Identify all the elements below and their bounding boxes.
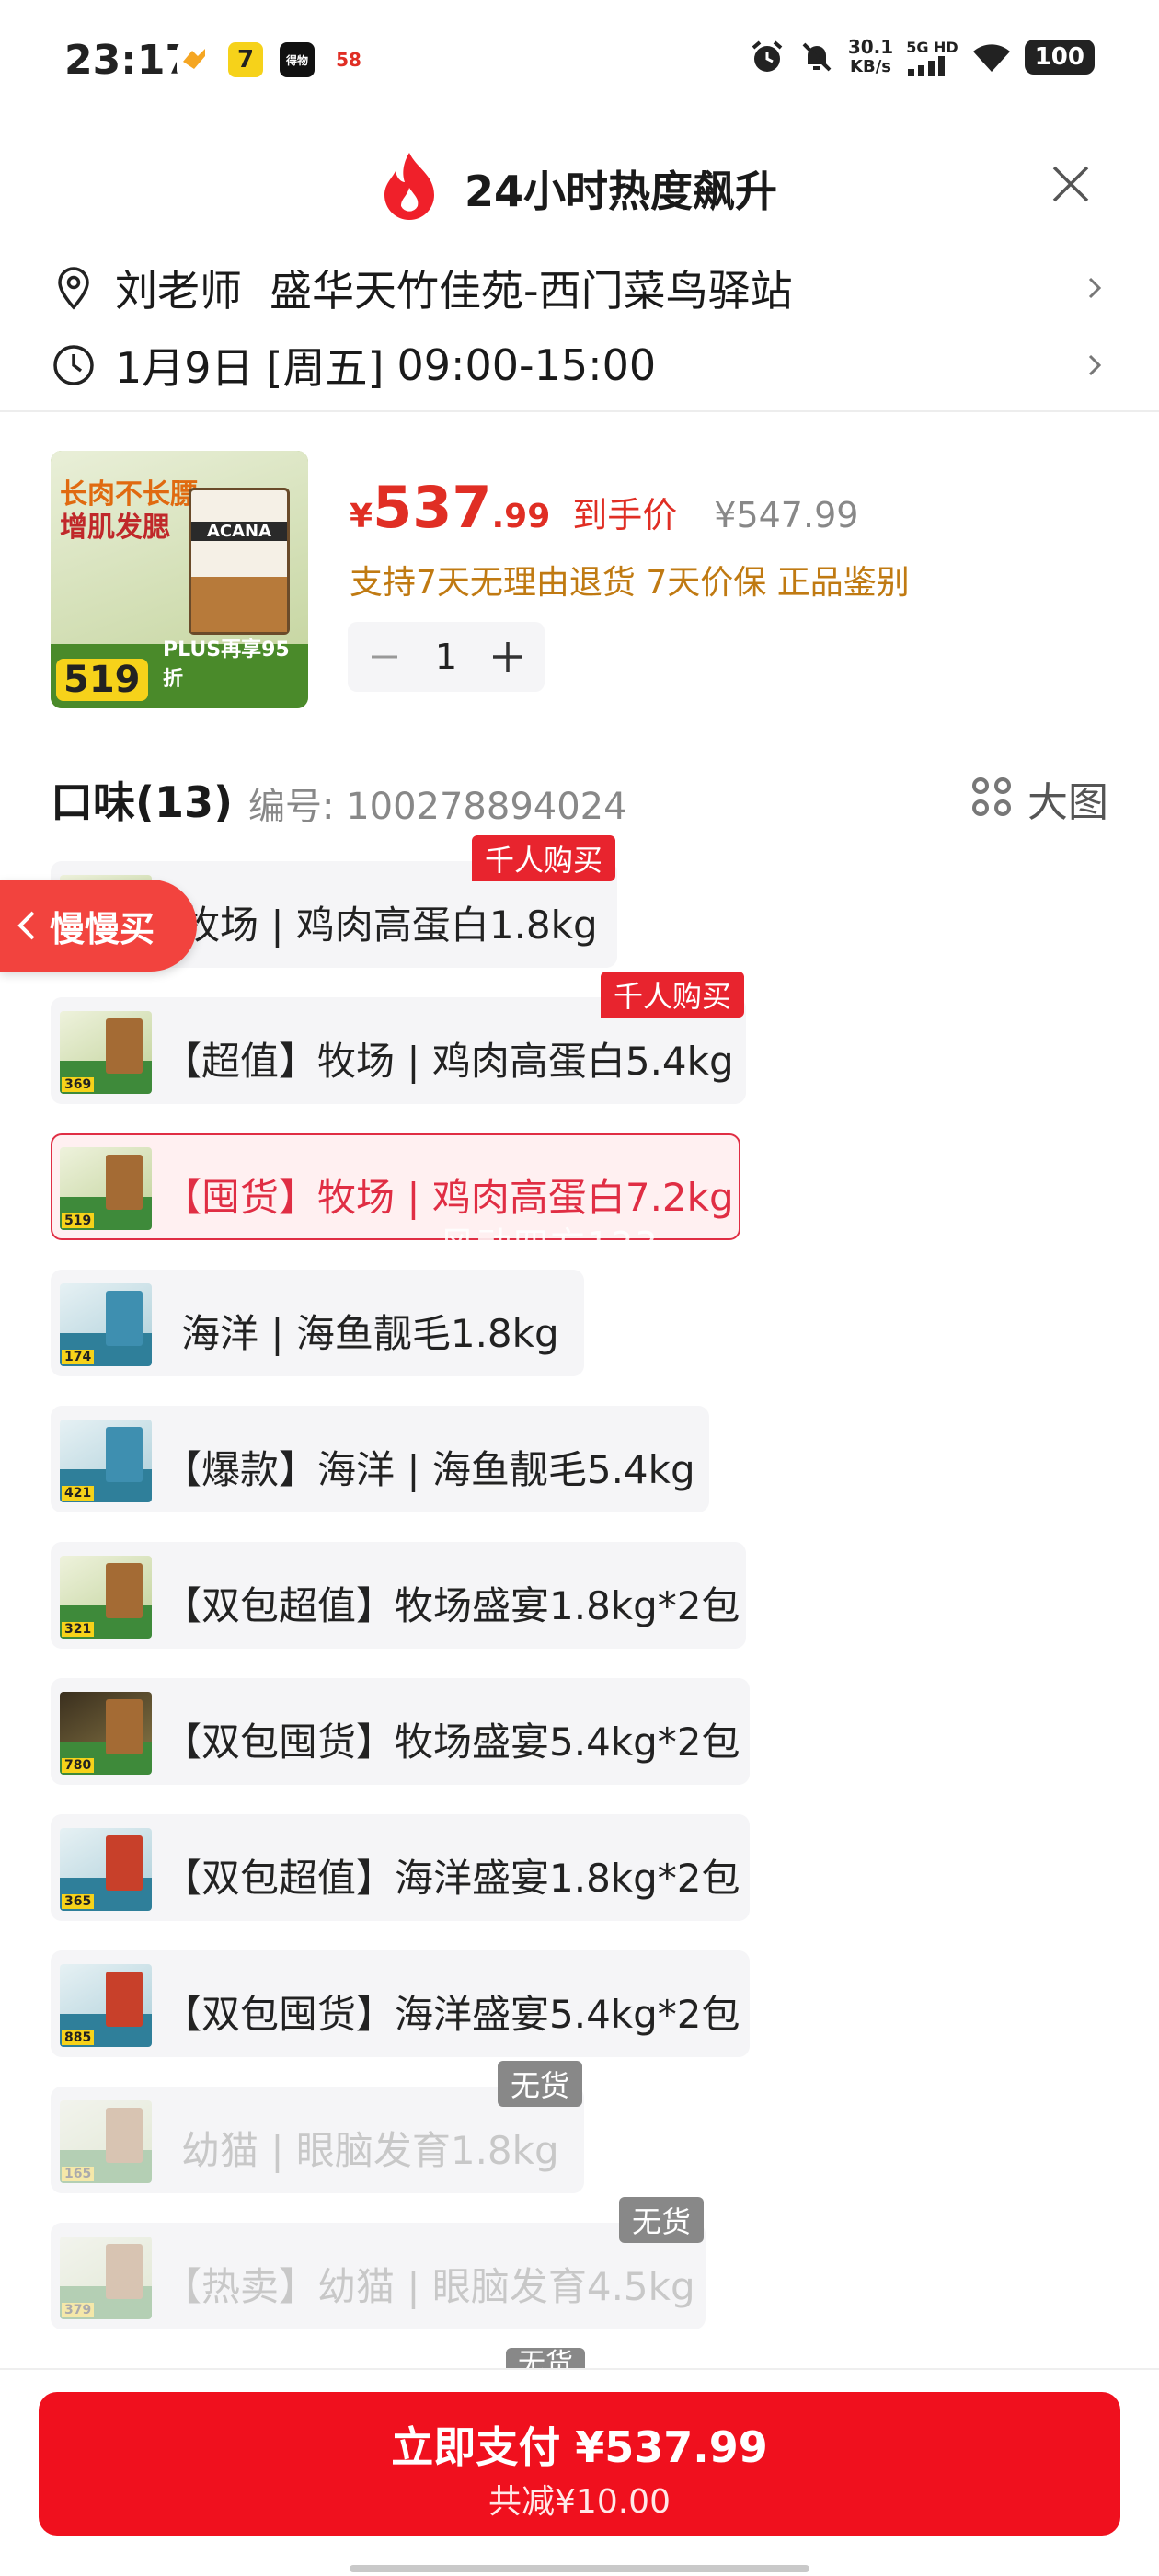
signal-icon: 5G HD xyxy=(906,39,958,76)
price-main: 537 xyxy=(373,474,492,541)
price-label: 到手价 xyxy=(572,495,678,535)
option-thumbnail: 421 xyxy=(60,1420,152,1502)
option-thumbnail: 365 xyxy=(60,1828,152,1911)
option-item[interactable]: 885 【双包囤货】海洋盛宴5.4kg*2包 xyxy=(51,1950,750,2057)
service-guarantees: 支持7天无理由退货 7天价保 正品鉴别 xyxy=(350,564,910,602)
grid-icon xyxy=(972,777,1015,820)
status-bar: 23:17 7 得物 58 30.1 KB/s 5G HD 100 xyxy=(0,0,1159,120)
clock-icon xyxy=(53,345,94,385)
title-row: 24小时热度飙升 xyxy=(0,147,1159,221)
out-of-stock-badge: 无货 xyxy=(497,2061,582,2107)
option-item[interactable]: 369 【超值】牧场 | 鸡肉高蛋白5.4kg 千人购买 xyxy=(51,972,746,1104)
slow-buy-floating-button[interactable]: 慢慢买 xyxy=(0,880,197,972)
original-price: ¥547.99 xyxy=(714,495,859,535)
wifi-icon xyxy=(972,44,1010,72)
option-item-out-of-stock: 165 幼猫 | 眼脑发育1.8kg 无货 xyxy=(51,2061,584,2193)
app-notification-icon xyxy=(177,42,212,77)
status-time: 23:17 xyxy=(64,37,194,84)
option-label: 【热卖】幼猫 | 眼脑发育4.5kg xyxy=(163,2264,695,2309)
option-item[interactable]: 174 海洋 | 海鱼靓毛1.8kg xyxy=(51,1270,584,1376)
popular-badge: 千人购买 xyxy=(600,972,744,1018)
plus-icon[interactable] xyxy=(489,638,526,675)
option-label: 海洋 | 海鱼靓毛1.8kg xyxy=(181,1311,559,1356)
chevron-right-icon xyxy=(1088,354,1102,376)
chevron-right-icon xyxy=(1088,277,1102,299)
flavor-title: 口味(13) xyxy=(51,777,234,827)
option-thumbnail: 321 xyxy=(60,1556,152,1639)
flavor-header: 口味(13) 编号: 100278894024 大图 xyxy=(51,764,1108,828)
delivery-weekday: [周五] xyxy=(266,343,384,393)
fire-icon xyxy=(384,153,434,220)
option-thumbnail: 780 xyxy=(60,1692,152,1775)
popular-badge: 千人购买 xyxy=(471,835,615,881)
out-of-stock-badge: 无货 xyxy=(618,2197,704,2243)
option-item-out-of-stock: 379 【热卖】幼猫 | 眼脑发育4.5kg 无货 xyxy=(51,2197,706,2329)
recipient-name: 刘老师 xyxy=(115,266,242,316)
option-label: 【双包超值】海洋盛宴1.8kg*2包 xyxy=(163,1856,740,1901)
quantity-value[interactable]: 1 xyxy=(435,637,457,677)
option-label: 【双包超值】牧场盛宴1.8kg*2包 xyxy=(163,1583,740,1628)
option-thumbnail: 165 xyxy=(60,2100,152,2183)
dewu-app-icon: 得物 xyxy=(280,42,315,77)
price-symbol: ¥ xyxy=(350,498,373,535)
status-app-icons: 7 得物 58 xyxy=(177,42,366,77)
status-indicators: 30.1 KB/s 5G HD 100 xyxy=(749,37,1095,77)
divider xyxy=(0,410,1159,412)
price-cents: .99 xyxy=(491,498,551,535)
delivery-date: 1月9日 xyxy=(115,343,254,393)
address-row[interactable]: 刘老师 盛华天竹佳苑-西门菜鸟驿站 xyxy=(51,256,1108,320)
app-notification-icon: 7 xyxy=(228,42,263,77)
option-item[interactable]: 365 【双包超值】海洋盛宴1.8kg*2包 xyxy=(51,1814,750,1921)
option-thumbnail: 174 xyxy=(60,1283,152,1366)
quantity-stepper: 1 xyxy=(348,622,545,692)
price-line: ¥ 537 .99 到手价 ¥547.99 xyxy=(350,474,858,541)
option-thumbnail: 379 xyxy=(60,2237,152,2319)
option-item[interactable]: 780 【双包囤货】牧场盛宴5.4kg*2包 xyxy=(51,1678,750,1785)
image-plus-text: PLUS再享95折 xyxy=(163,638,290,691)
page-title: 24小时热度飙升 xyxy=(465,167,778,216)
bottom-bar: 立即支付 ¥537.99 共减¥10.00 xyxy=(0,2368,1159,2576)
image-price-tag: 519 xyxy=(56,659,148,701)
option-label: 【超值】牧场 | 鸡肉高蛋白5.4kg xyxy=(163,1039,734,1084)
option-label: 【双包囤货】牧场盛宴5.4kg*2包 xyxy=(163,1719,740,1765)
option-thumbnail: 369 xyxy=(60,1011,152,1094)
option-label: 【爆款】海洋 | 海鱼靓毛5.4kg xyxy=(163,1447,695,1492)
product-bag-graphic: ACANA xyxy=(189,488,290,635)
delivery-time-row[interactable]: 1月9日 [周五] 09:00-15:00 xyxy=(51,333,1108,397)
minus-icon[interactable] xyxy=(366,638,403,675)
option-thumbnail: 519 xyxy=(60,1147,152,1230)
option-label: 【双包囤货】海洋盛宴5.4kg*2包 xyxy=(163,1992,740,2037)
option-label: 牧场 | 鸡肉高蛋白1.8kg xyxy=(181,903,598,948)
big-image-toggle[interactable]: 大图 xyxy=(972,769,1108,828)
option-label: 幼猫 | 眼脑发育1.8kg xyxy=(181,2128,559,2173)
watermark: 风动四方123 xyxy=(440,1225,660,1265)
option-thumbnail: 885 xyxy=(60,1964,152,2047)
pay-now-button[interactable]: 立即支付 ¥537.99 共减¥10.00 xyxy=(39,2392,1120,2536)
alarm-icon xyxy=(752,40,783,72)
chevron-left-icon xyxy=(17,911,35,940)
pay-button-label: 立即支付 ¥537.99 xyxy=(391,2422,768,2472)
product-image[interactable]: 长肉不长膘 增肌发腮 ACANA 519 PLUS再享95折 xyxy=(51,451,308,708)
delivery-address: 盛华天竹佳苑-西门菜鸟驿站 xyxy=(270,266,793,316)
close-icon[interactable] xyxy=(1047,160,1095,208)
option-label: 【囤货】牧场 | 鸡肉高蛋白7.2kg xyxy=(163,1175,734,1220)
58-app-icon: 58 xyxy=(331,42,366,77)
option-item[interactable]: 421 【爆款】海洋 | 海鱼靓毛5.4kg xyxy=(51,1406,709,1512)
out-of-stock-badge: 无货 xyxy=(506,2348,585,2368)
home-indicator[interactable] xyxy=(350,2565,809,2572)
delivery-time-range: 09:00-15:00 xyxy=(396,340,657,390)
product-code: 编号: 100278894024 xyxy=(248,786,627,828)
battery-indicator: 100 xyxy=(1024,40,1095,75)
location-pin-icon xyxy=(58,267,89,310)
discount-label: 共减¥10.00 xyxy=(488,2483,671,2521)
mute-bell-icon xyxy=(802,42,832,72)
option-item[interactable]: 321 【双包超值】牧场盛宴1.8kg*2包 xyxy=(51,1542,746,1649)
network-speed: 30.1 KB/s xyxy=(847,36,894,76)
